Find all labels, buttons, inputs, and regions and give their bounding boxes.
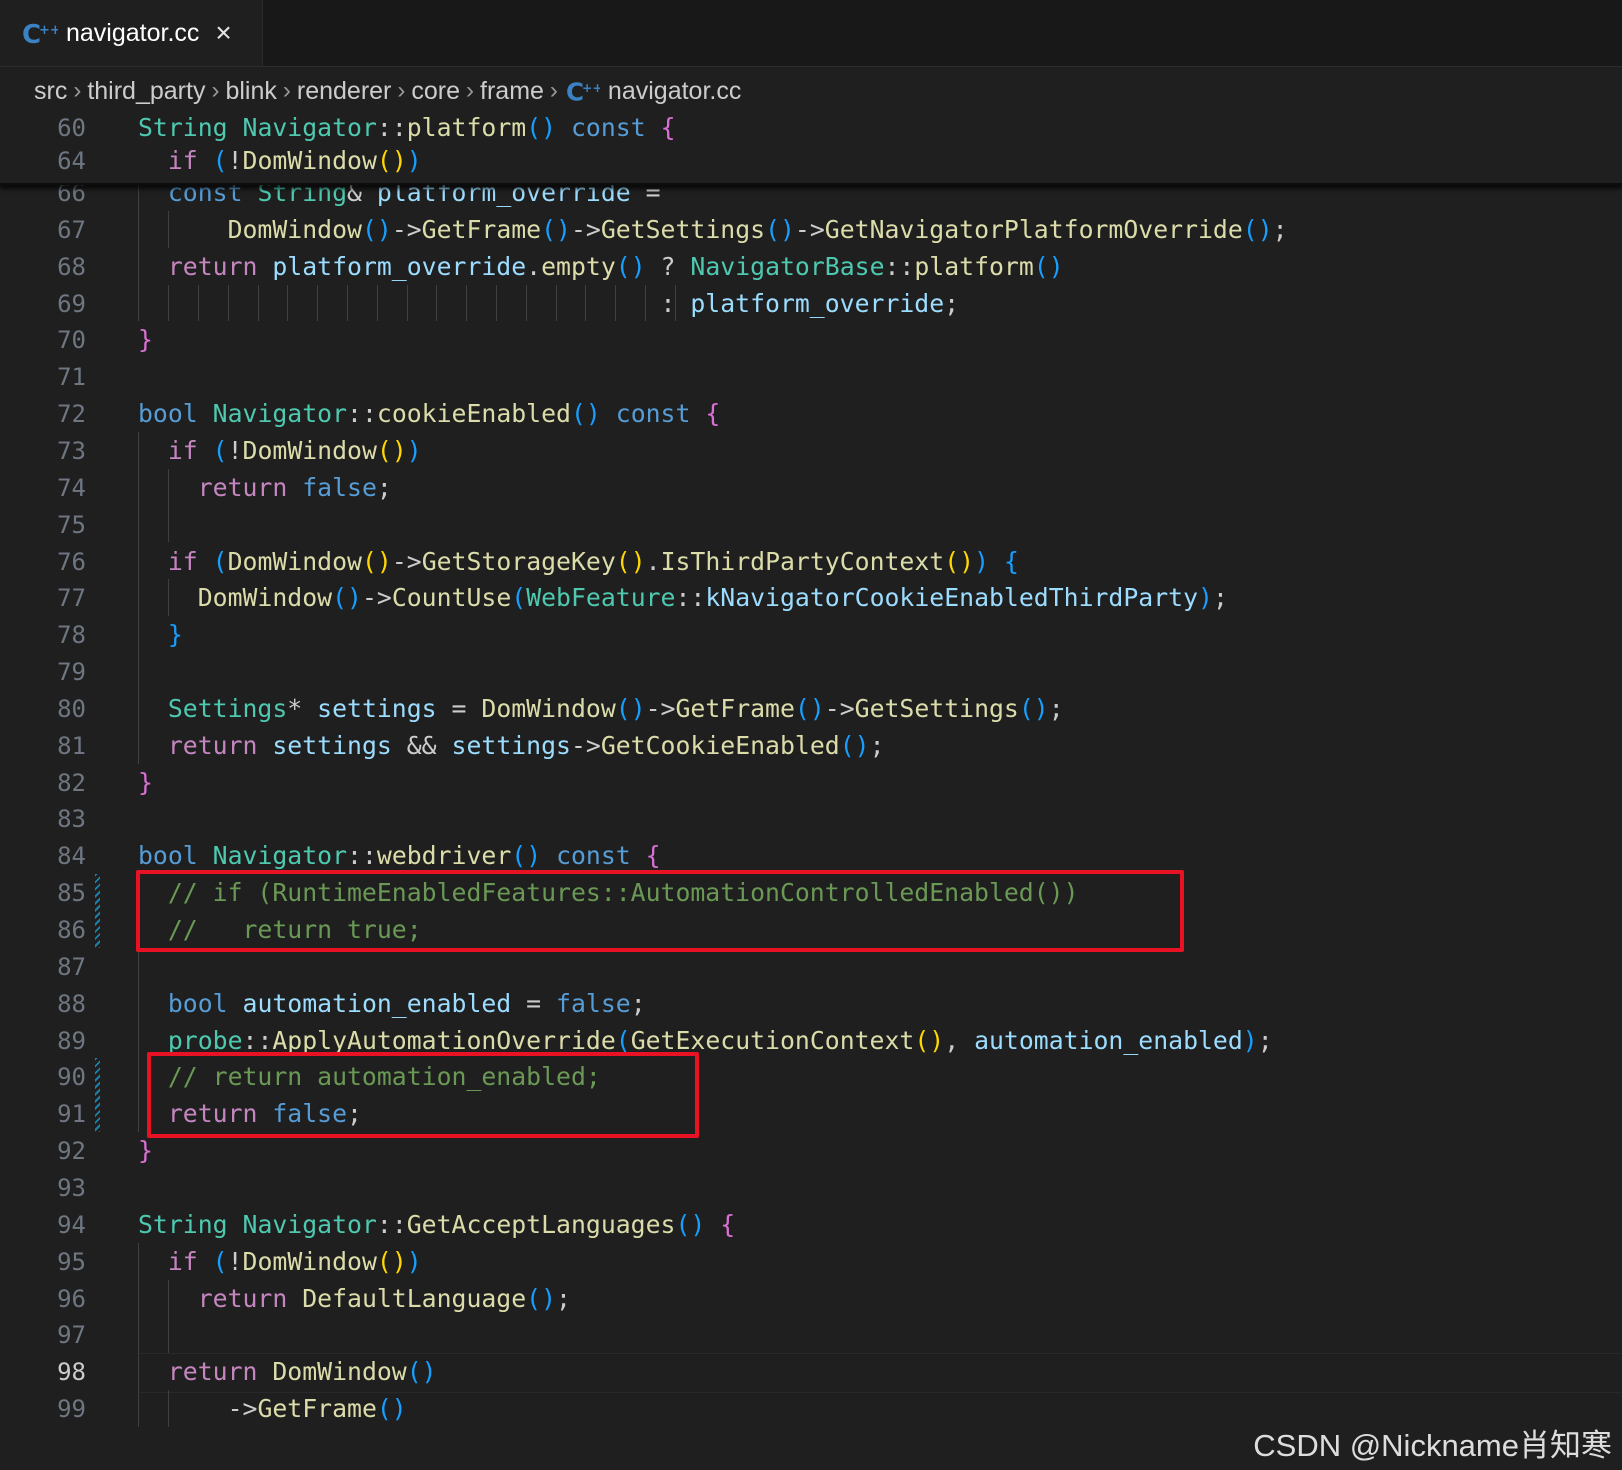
modified-line-marker <box>95 874 100 948</box>
line-number: 76 <box>57 547 86 576</box>
code-line[interactable]: 77 DomWindow()->CountUse(WebFeature::kNa… <box>0 579 1622 617</box>
code-text: if (!DomWindow()) <box>167 146 422 175</box>
code-line[interactable]: 72 bool Navigator::cookieEnabled() const … <box>0 395 1622 433</box>
code-line[interactable]: 87 <box>0 948 1622 986</box>
line-number: 93 <box>57 1173 86 1202</box>
code-line[interactable]: 83 <box>0 800 1622 838</box>
watermark: CSDN @Nickname肖知寒 <box>1253 1428 1612 1463</box>
line-number: 81 <box>57 731 86 760</box>
line-number: 98 <box>57 1358 86 1387</box>
code-text: ->GetFrame() <box>138 1394 407 1424</box>
line-number: 73 <box>57 436 86 465</box>
code-line[interactable]: 94 String Navigator::GetAcceptLanguages()… <box>0 1206 1622 1244</box>
code-line[interactable]: 67 DomWindow()->GetFrame()->GetSettings(… <box>0 211 1622 249</box>
line-number: 72 <box>57 400 86 429</box>
code-line[interactable]: 80 Settings* settings = DomWindow()->Get… <box>0 690 1622 728</box>
code-line[interactable]: 98 return DomWindow() <box>0 1353 1622 1391</box>
code-line[interactable]: 75 <box>0 506 1622 544</box>
code-line[interactable]: 69 : platform_override; <box>0 285 1622 323</box>
code-text: return DefaultLanguage(); <box>197 1283 571 1313</box>
line-number: 87 <box>57 952 86 981</box>
line-number: 64 <box>57 147 86 175</box>
code-line[interactable]: 82} <box>0 764 1622 802</box>
line-number: 95 <box>57 1247 86 1276</box>
line-number: 67 <box>57 215 86 244</box>
annotation-box <box>136 870 1184 952</box>
code-line[interactable]: 70} <box>0 321 1622 359</box>
code-text: return false; <box>197 472 392 502</box>
code-line[interactable]: 95 if (!DomWindow()) <box>0 1243 1622 1281</box>
line-number: 75 <box>57 510 86 539</box>
line-number: 92 <box>57 1137 86 1166</box>
code-line[interactable]: 68 return platform_override.empty() ? Na… <box>0 248 1622 286</box>
line-number: 68 <box>57 252 86 281</box>
line-number: 91 <box>57 1100 86 1129</box>
line-number: 78 <box>57 621 86 650</box>
sticky-scroll-header[interactable]: 60 String Navigator::platform() const {64… <box>0 111 1622 185</box>
code-text: } <box>138 325 153 355</box>
code-text: if (!DomWindow()) <box>167 1246 422 1276</box>
code-line[interactable]: 81 return settings && settings->GetCooki… <box>0 727 1622 765</box>
code-line[interactable]: 93 <box>0 1169 1622 1207</box>
code-text: if (!DomWindow()) <box>167 435 422 465</box>
line-number: 99 <box>57 1395 86 1424</box>
code-line[interactable]: 76 if (DomWindow()->GetStorageKey().IsTh… <box>0 543 1622 581</box>
line-number: 94 <box>57 1210 86 1239</box>
line-number: 90 <box>57 1063 86 1092</box>
annotation-box <box>147 1052 699 1139</box>
line-number: 77 <box>57 584 86 613</box>
code-line[interactable]: 74 return false; <box>0 469 1622 507</box>
code-text: DomWindow()->CountUse(WebFeature::kNavig… <box>197 583 1228 613</box>
line-number: 84 <box>57 842 86 871</box>
line-number: 89 <box>57 1026 86 1055</box>
code-text: return platform_override.empty() ? Navig… <box>167 251 1064 281</box>
line-number: 74 <box>57 473 86 502</box>
code-line[interactable]: 88 bool automation_enabled = false; <box>0 985 1622 1023</box>
line-number: 86 <box>57 916 86 944</box>
code-line[interactable]: 97 <box>0 1316 1622 1354</box>
line-number: 83 <box>57 805 86 834</box>
code-editor[interactable]: 66 const String& platform_override = 67 D… <box>0 0 1622 1470</box>
line-number: 71 <box>57 363 86 392</box>
code-line[interactable]: 79 <box>0 653 1622 691</box>
code-text: bool automation_enabled = false; <box>167 988 646 1018</box>
code-text: return DomWindow() <box>167 1357 437 1387</box>
code-text: DomWindow()->GetFrame()->GetSettings()->… <box>227 214 1288 244</box>
modified-line-marker <box>95 1058 100 1133</box>
line-number: 97 <box>57 1321 86 1350</box>
code-line[interactable]: 78 } <box>0 616 1622 654</box>
code-text: String Navigator::GetAcceptLanguages() { <box>138 1209 736 1239</box>
line-number: 69 <box>57 289 86 318</box>
code-text: } <box>138 767 153 797</box>
line-number: 80 <box>57 694 86 723</box>
code-text: if (DomWindow()->GetStorageKey().IsThird… <box>167 546 1019 576</box>
code-text: return settings && settings->GetCookieEn… <box>167 730 885 760</box>
code-text: : platform_override; <box>138 288 960 318</box>
line-number: 88 <box>57 989 86 1018</box>
code-line[interactable]: 73 if (!DomWindow()) <box>0 432 1622 470</box>
code-text: } <box>167 620 183 650</box>
code-line[interactable]: 71 <box>0 358 1622 396</box>
code-line[interactable]: 96 return DefaultLanguage(); <box>0 1280 1622 1318</box>
line-number: 79 <box>57 658 86 687</box>
code-line[interactable]: 64 if (!DomWindow()) <box>0 142 1622 180</box>
line-number: 96 <box>57 1284 86 1313</box>
line-number: 85 <box>57 879 86 908</box>
line-number: 82 <box>57 768 86 797</box>
code-text: Settings* settings = DomWindow()->GetFra… <box>167 693 1064 723</box>
line-number: 70 <box>57 326 86 355</box>
code-text: bool Navigator::cookieEnabled() const { <box>138 399 721 429</box>
